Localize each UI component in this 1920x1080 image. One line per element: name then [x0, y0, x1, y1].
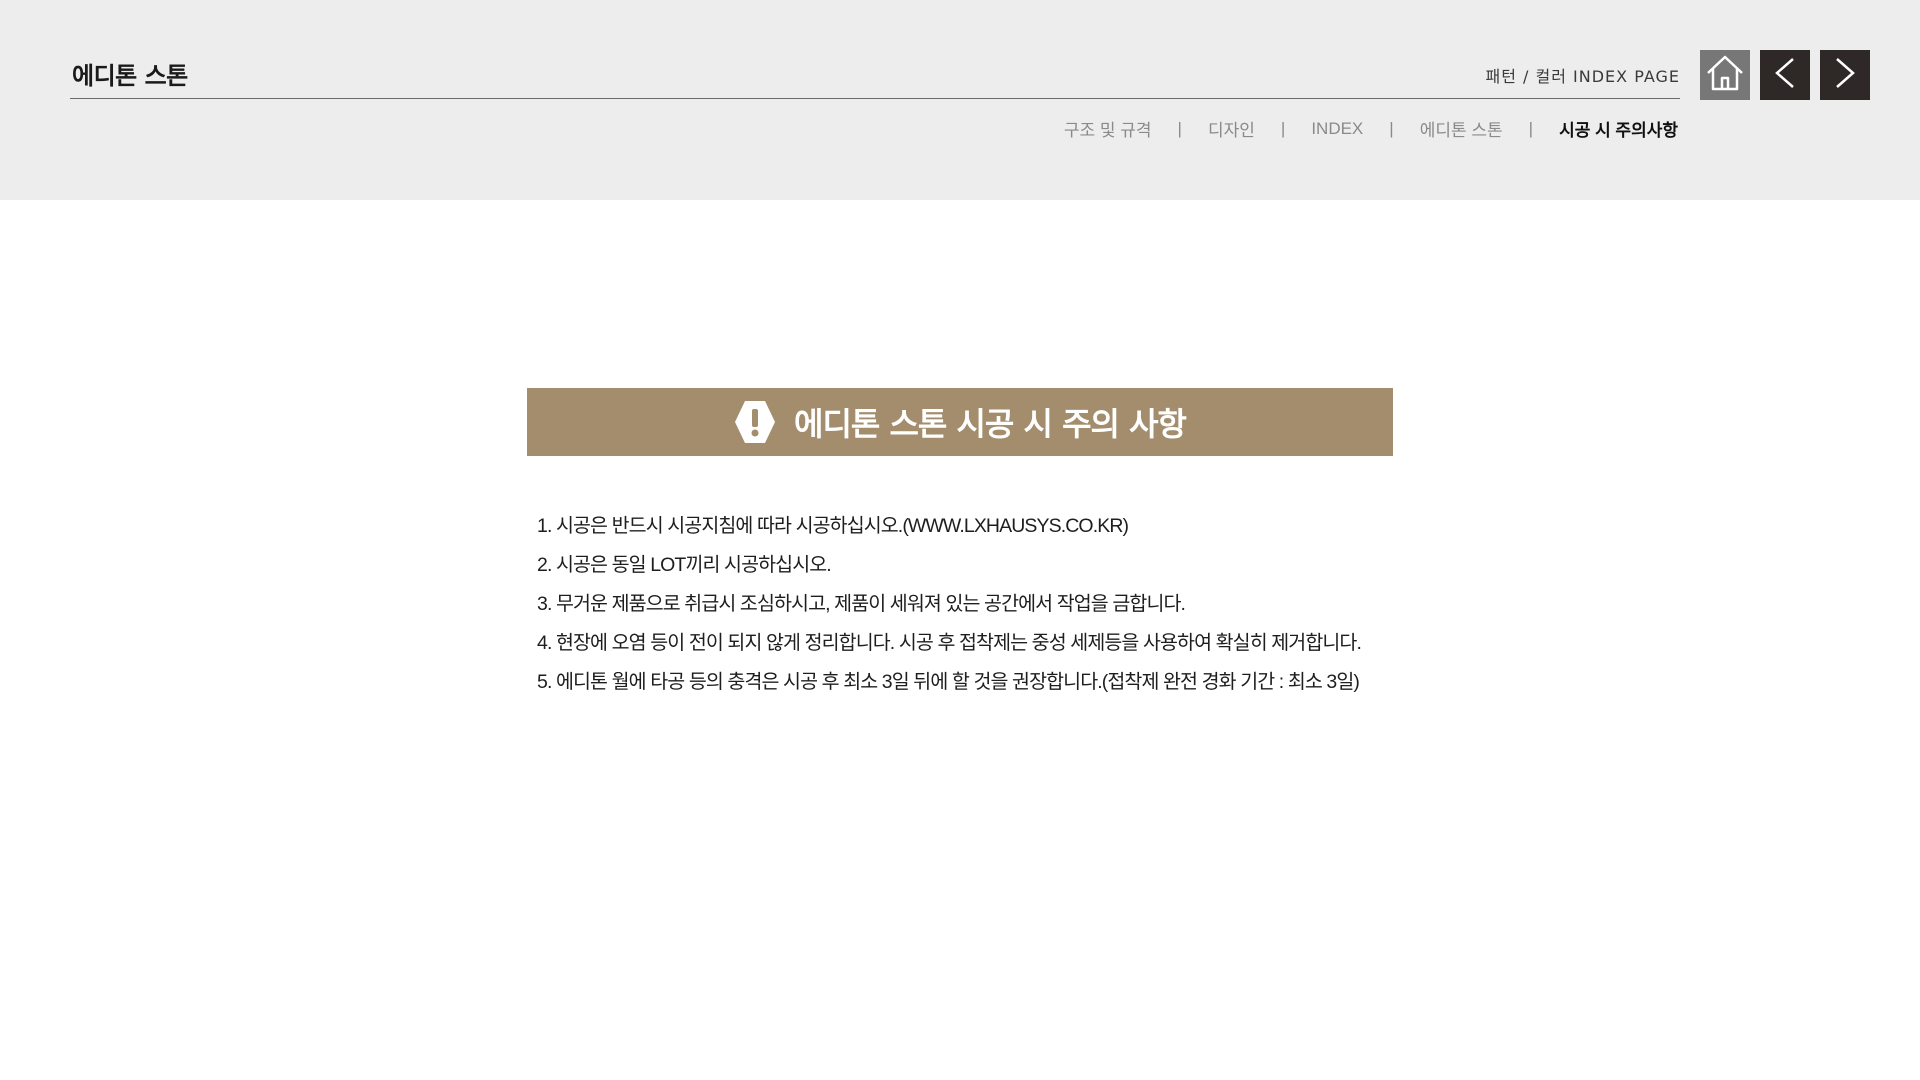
- breadcrumb-separator: |: [1280, 118, 1286, 138]
- breadcrumb-installation-precautions[interactable]: 시공 시 주의사항: [1559, 116, 1678, 141]
- list-item: 1. 시공은 반드시 시공지침에 따라 시공하십시오.(WWW.LXHAUSYS…: [537, 515, 1129, 537]
- next-page-button[interactable]: [1820, 50, 1870, 100]
- page-title: 에디톤 스톤: [72, 62, 188, 90]
- breadcrumb-separator: |: [1177, 118, 1182, 138]
- list-item: 4. 현장에 오염 등이 전이 되지 않게 정리합니다. 시공 후 접착제는 중…: [537, 632, 1362, 654]
- breadcrumb-structure[interactable]: 구조 및 규격: [1064, 116, 1152, 141]
- home-button[interactable]: [1700, 50, 1750, 100]
- chevron-left-icon: [1770, 56, 1800, 94]
- breadcrumb-index[interactable]: INDEX: [1311, 119, 1363, 139]
- precautions-list: 1. 시공은 반드시 시공지침에 따라 시공하십시오.(WWW.LXHAUSYS…: [537, 507, 1397, 702]
- list-item: 2. 시공은 동일 LOT끼리 시공하십시오.: [537, 554, 832, 576]
- list-item: 3. 무거운 제품으로 취급시 조심하시고, 제품이 세워져 있는 공간에서 작…: [537, 593, 1186, 615]
- home-icon: [1704, 52, 1746, 98]
- breadcrumb-separator: |: [1528, 118, 1534, 138]
- breadcrumb-design[interactable]: 디자인: [1208, 116, 1255, 141]
- chevron-right-icon: [1830, 56, 1860, 94]
- previous-page-button[interactable]: [1760, 50, 1810, 100]
- warning-hexagon-icon: [734, 399, 776, 445]
- breadcrumb-editon-stone[interactable]: 에디톤 스톤: [1420, 116, 1503, 141]
- banner-title: 에디톤 스톤 시공 시 주의 사항: [794, 405, 1187, 443]
- breadcrumb-separator: |: [1389, 118, 1394, 138]
- index-page-link[interactable]: 패턴 / 컬러 INDEX PAGE: [1486, 63, 1681, 87]
- header: 에디톤 스톤 패턴 / 컬러 INDEX PAGE 구조 및 규격 | 디자인: [0, 0, 1920, 200]
- precautions-banner: 에디톤 스톤 시공 시 주의 사항: [527, 388, 1393, 456]
- list-item: 5. 에디톤 월에 타공 등의 충격은 시공 후 최소 3일 뒤에 할 것을 권…: [537, 671, 1360, 693]
- breadcrumb: 구조 및 규격 | 디자인 | INDEX | 에디톤 스톤 | 시공 시 주의…: [1064, 116, 1678, 141]
- header-divider: [70, 98, 1680, 99]
